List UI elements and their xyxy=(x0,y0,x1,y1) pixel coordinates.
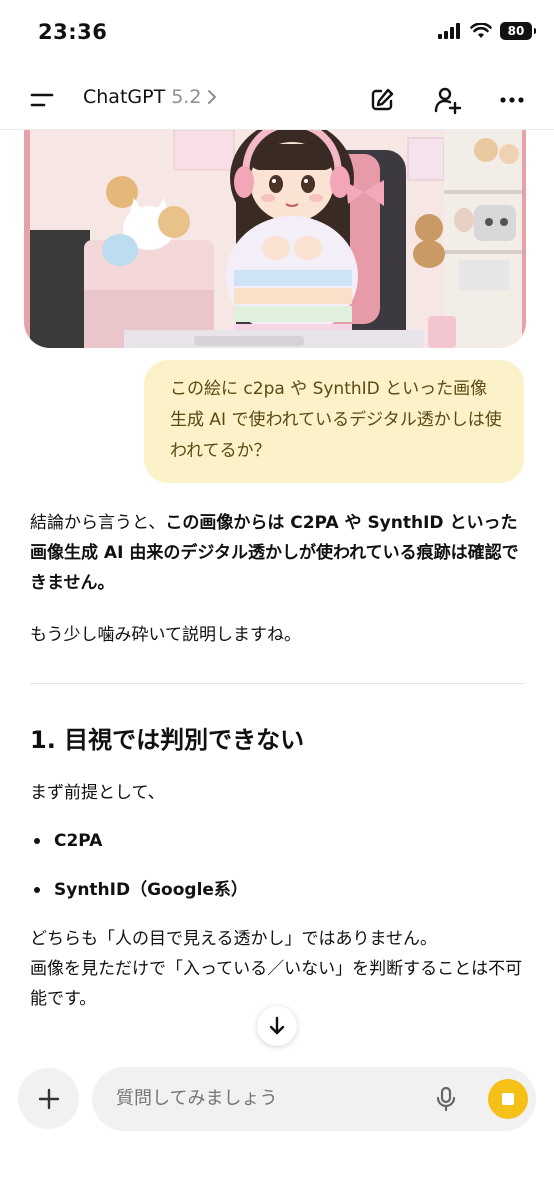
list-item-text: SynthID（Google系） xyxy=(54,880,248,900)
user-message-bubble: この絵に c2pa や SynthID といった画像生成 AI で使われているデ… xyxy=(144,360,524,483)
wifi-icon xyxy=(470,23,492,38)
signal-icon xyxy=(438,23,460,39)
status-time: 23:36 xyxy=(38,20,108,44)
scroll-to-bottom-button[interactable] xyxy=(257,1006,297,1046)
answer-premise: まず前提として、 xyxy=(30,783,165,803)
plus-icon xyxy=(38,1088,59,1109)
model-version: 5.2 xyxy=(171,86,202,108)
anime-room-illustration xyxy=(24,130,526,348)
battery-icon: 80 xyxy=(500,22,536,40)
menu-icon xyxy=(30,93,54,107)
edit-icon xyxy=(371,88,394,111)
chevron-right-icon xyxy=(208,90,217,104)
section-heading: 1. 目視では判別できない xyxy=(30,726,305,754)
add-person-icon xyxy=(434,87,462,115)
generated-image[interactable] xyxy=(24,130,526,348)
composer xyxy=(0,1055,554,1200)
message-input[interactable] xyxy=(116,1067,416,1131)
bullet-list: C2PA SynthID（Google系） xyxy=(30,826,524,905)
list-item: C2PA xyxy=(30,826,524,856)
stop-icon xyxy=(502,1093,514,1105)
assistant-message: 結論から言うと、この画像からは C2PA や SynthID といった画像生成 … xyxy=(30,508,524,1014)
attach-button[interactable] xyxy=(18,1068,79,1129)
voice-input-button[interactable] xyxy=(432,1085,460,1113)
mic-icon xyxy=(436,1086,456,1112)
answer-body-line2: 画像を見ただけで「入っている／いない」を判断することは不可能です。 xyxy=(30,959,523,1009)
answer-paragraph: もう少し噛み砕いて説明しますね。 xyxy=(30,625,301,645)
answer-intro-prefix: 結論から言うと、 xyxy=(30,513,166,533)
arrow-down-icon xyxy=(269,1016,285,1035)
menu-button[interactable] xyxy=(28,88,56,112)
stop-generating-button[interactable] xyxy=(488,1079,528,1119)
section-divider xyxy=(30,683,524,684)
model-selector[interactable]: ChatGPT 5.2 xyxy=(83,86,217,108)
more-icon xyxy=(500,97,524,103)
app-header: ChatGPT 5.2 xyxy=(0,70,554,130)
status-icons: 80 xyxy=(438,22,536,40)
app-title: ChatGPT xyxy=(83,86,166,108)
more-options-button[interactable] xyxy=(496,84,528,116)
status-bar: 23:36 80 xyxy=(0,0,554,70)
add-people-button[interactable] xyxy=(431,84,463,116)
new-chat-button[interactable] xyxy=(366,84,398,116)
message-input-container xyxy=(92,1067,536,1131)
bullet-dot xyxy=(34,838,40,844)
battery-level: 80 xyxy=(507,24,525,38)
answer-intro: 結論から言うと、この画像からは C2PA や SynthID といった画像生成 … xyxy=(30,508,524,598)
answer-body-line1: どちらも「人の目で見える透かし」ではありません。 xyxy=(30,929,437,949)
bullet-dot xyxy=(34,887,40,893)
list-item-text: C2PA xyxy=(54,831,103,851)
list-item: SynthID（Google系） xyxy=(30,875,524,905)
